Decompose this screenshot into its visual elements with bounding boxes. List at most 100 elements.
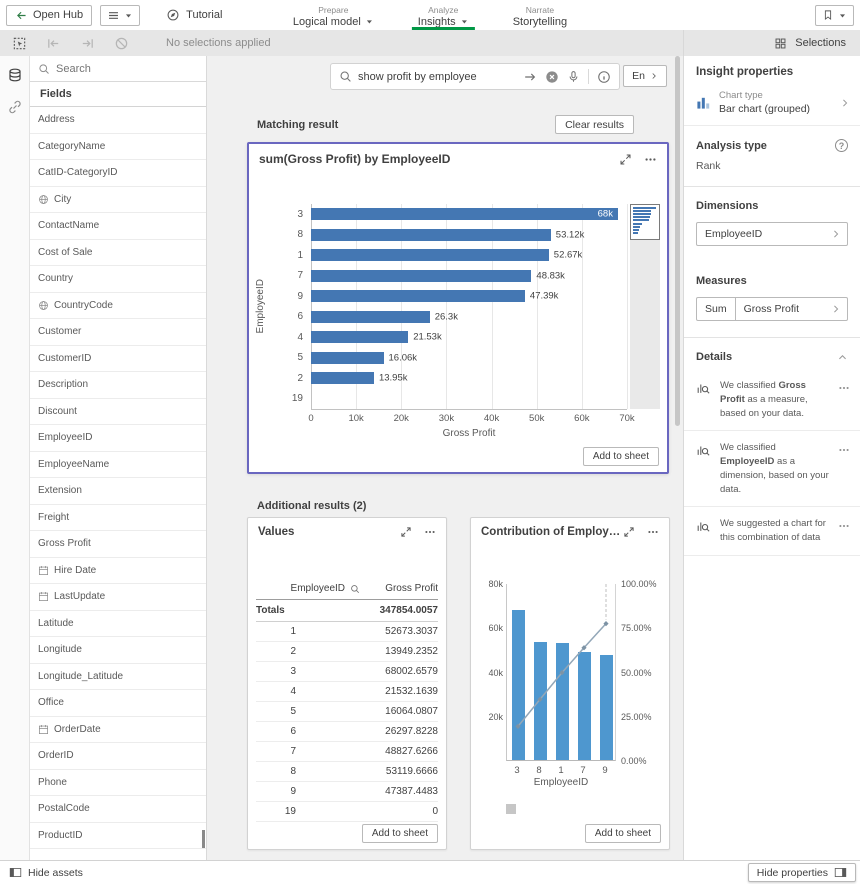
field-item[interactable]: Address bbox=[30, 107, 206, 134]
field-item[interactable]: Longitude_Latitude bbox=[30, 664, 206, 691]
add-to-sheet-button[interactable]: Add to sheet bbox=[583, 447, 659, 466]
table-row[interactable]: 368002.6579 bbox=[256, 662, 438, 682]
table-row[interactable]: 516064.0807 bbox=[256, 702, 438, 722]
table-row[interactable]: 190 bbox=[256, 802, 438, 822]
fields-scrollbar-thumb[interactable] bbox=[202, 830, 205, 848]
field-item[interactable]: Phone bbox=[30, 770, 206, 797]
step-back-icon[interactable] bbox=[44, 34, 62, 52]
field-item[interactable]: EmployeeName bbox=[30, 452, 206, 479]
column-header[interactable]: EmployeeID bbox=[291, 583, 345, 594]
assets-search-input[interactable] bbox=[56, 63, 198, 75]
add-to-sheet-button[interactable]: Add to sheet bbox=[585, 824, 661, 843]
more-options-icon[interactable] bbox=[424, 526, 436, 538]
hide-properties-button[interactable]: Hide properties bbox=[748, 863, 856, 882]
nl-search-input[interactable] bbox=[358, 71, 517, 83]
table-row[interactable]: 947387.4483 bbox=[256, 782, 438, 802]
table-row[interactable]: 152673.3037 bbox=[256, 622, 438, 642]
bar[interactable] bbox=[311, 229, 551, 241]
bar[interactable] bbox=[311, 372, 374, 384]
tutorial-link[interactable]: Tutorial bbox=[166, 8, 222, 22]
field-item[interactable]: OrderDate bbox=[30, 717, 206, 744]
field-item[interactable]: Hire Date bbox=[30, 558, 206, 585]
field-item[interactable]: Country bbox=[30, 266, 206, 293]
aggregation-label[interactable]: Sum bbox=[705, 298, 736, 320]
clear-selections-icon[interactable] bbox=[112, 34, 130, 52]
field-item[interactable]: LastUpdate bbox=[30, 584, 206, 611]
clear-results-button[interactable]: Clear results bbox=[555, 115, 634, 134]
expand-icon[interactable] bbox=[619, 153, 632, 166]
values-table-card[interactable]: Values EmployeeID Gross Profit bbox=[247, 517, 447, 850]
field-item[interactable]: Longitude bbox=[30, 637, 206, 664]
more-options-icon[interactable] bbox=[838, 379, 852, 420]
field-item[interactable]: City bbox=[30, 187, 206, 214]
bar[interactable] bbox=[311, 352, 384, 364]
bar[interactable] bbox=[311, 311, 430, 323]
table-row[interactable]: 626297.8228 bbox=[256, 722, 438, 742]
selections-panel-toggle[interactable]: Selections bbox=[683, 30, 860, 56]
microphone-icon[interactable] bbox=[567, 70, 580, 83]
more-options-icon[interactable] bbox=[644, 153, 657, 166]
field-item[interactable]: CategoryName bbox=[30, 134, 206, 161]
bar[interactable] bbox=[311, 249, 549, 261]
main-result-card[interactable]: sum(Gross Profit) by EmployeeID Employee… bbox=[247, 142, 669, 474]
field-item[interactable]: Customer bbox=[30, 319, 206, 346]
chart-type-row[interactable]: Chart type Bar chart (grouped) bbox=[684, 86, 860, 126]
dimension-field-button[interactable]: EmployeeID bbox=[696, 222, 848, 246]
main-scrollbar[interactable] bbox=[675, 56, 680, 860]
tab-analyze[interactable]: AnalyzeInsights bbox=[410, 0, 477, 30]
field-item[interactable]: Extension bbox=[30, 478, 206, 505]
details-section-toggle[interactable]: Details bbox=[684, 338, 860, 369]
bar[interactable] bbox=[311, 290, 525, 302]
open-hub-button[interactable]: Open Hub bbox=[6, 5, 92, 26]
field-item[interactable]: Description bbox=[30, 372, 206, 399]
column-header[interactable]: Gross Profit bbox=[360, 583, 438, 594]
chart-minimap[interactable] bbox=[630, 204, 660, 409]
field-item[interactable]: CountryCode bbox=[30, 293, 206, 320]
field-item[interactable]: ContactName bbox=[30, 213, 206, 240]
bar[interactable] bbox=[311, 270, 531, 282]
field-item[interactable]: CatID-CategoryID bbox=[30, 160, 206, 187]
column-search-icon[interactable] bbox=[350, 584, 360, 594]
field-item[interactable]: Freight bbox=[30, 505, 206, 532]
bookmarks-button[interactable] bbox=[815, 5, 854, 26]
selections-tool-icon[interactable] bbox=[10, 34, 28, 52]
expand-icon[interactable] bbox=[623, 526, 635, 538]
global-menu-button[interactable] bbox=[100, 5, 140, 26]
bar[interactable] bbox=[311, 208, 618, 220]
language-button[interactable]: En bbox=[623, 65, 667, 87]
field-item[interactable]: Office bbox=[30, 690, 206, 717]
minimap-window[interactable] bbox=[630, 204, 660, 240]
table-row[interactable]: 748827.6266 bbox=[256, 742, 438, 762]
field-item[interactable]: OrderID bbox=[30, 743, 206, 770]
link-icon[interactable] bbox=[6, 98, 24, 116]
more-options-icon[interactable] bbox=[838, 441, 852, 496]
data-sources-icon[interactable] bbox=[6, 66, 24, 84]
tab-narrate[interactable]: NarrateStorytelling bbox=[505, 0, 575, 30]
expand-icon[interactable] bbox=[400, 526, 412, 538]
tab-prepare[interactable]: PrepareLogical model bbox=[285, 0, 382, 30]
field-item[interactable]: EmployeeID bbox=[30, 425, 206, 452]
scrollbar-thumb[interactable] bbox=[675, 56, 680, 426]
field-item[interactable]: Latitude bbox=[30, 611, 206, 638]
measure-field-button[interactable]: Sum Gross Profit bbox=[696, 297, 848, 321]
table-row[interactable]: 421532.1639 bbox=[256, 682, 438, 702]
contribution-chart-card[interactable]: Contribution of Employe... 80k60k40k20k … bbox=[470, 517, 670, 850]
field-item[interactable]: PostalCode bbox=[30, 796, 206, 823]
hide-assets-button[interactable]: Hide assets bbox=[0, 866, 92, 879]
field-item[interactable]: Gross Profit bbox=[30, 531, 206, 558]
step-forward-icon[interactable] bbox=[78, 34, 96, 52]
field-item[interactable]: CustomerID bbox=[30, 346, 206, 373]
help-icon[interactable] bbox=[835, 139, 848, 152]
field-item[interactable]: Discount bbox=[30, 399, 206, 426]
clear-query-icon[interactable] bbox=[545, 70, 559, 84]
more-options-icon[interactable] bbox=[838, 517, 852, 545]
info-icon[interactable] bbox=[597, 70, 611, 84]
table-row[interactable]: 213949.2352 bbox=[256, 642, 438, 662]
add-to-sheet-button[interactable]: Add to sheet bbox=[362, 824, 438, 843]
field-item[interactable]: Cost of Sale bbox=[30, 240, 206, 267]
bar[interactable] bbox=[311, 331, 408, 343]
more-options-icon[interactable] bbox=[647, 526, 659, 538]
field-item[interactable]: ProductID bbox=[30, 823, 206, 850]
table-row[interactable]: 853119.6666 bbox=[256, 762, 438, 782]
submit-arrow-icon[interactable] bbox=[523, 70, 537, 84]
